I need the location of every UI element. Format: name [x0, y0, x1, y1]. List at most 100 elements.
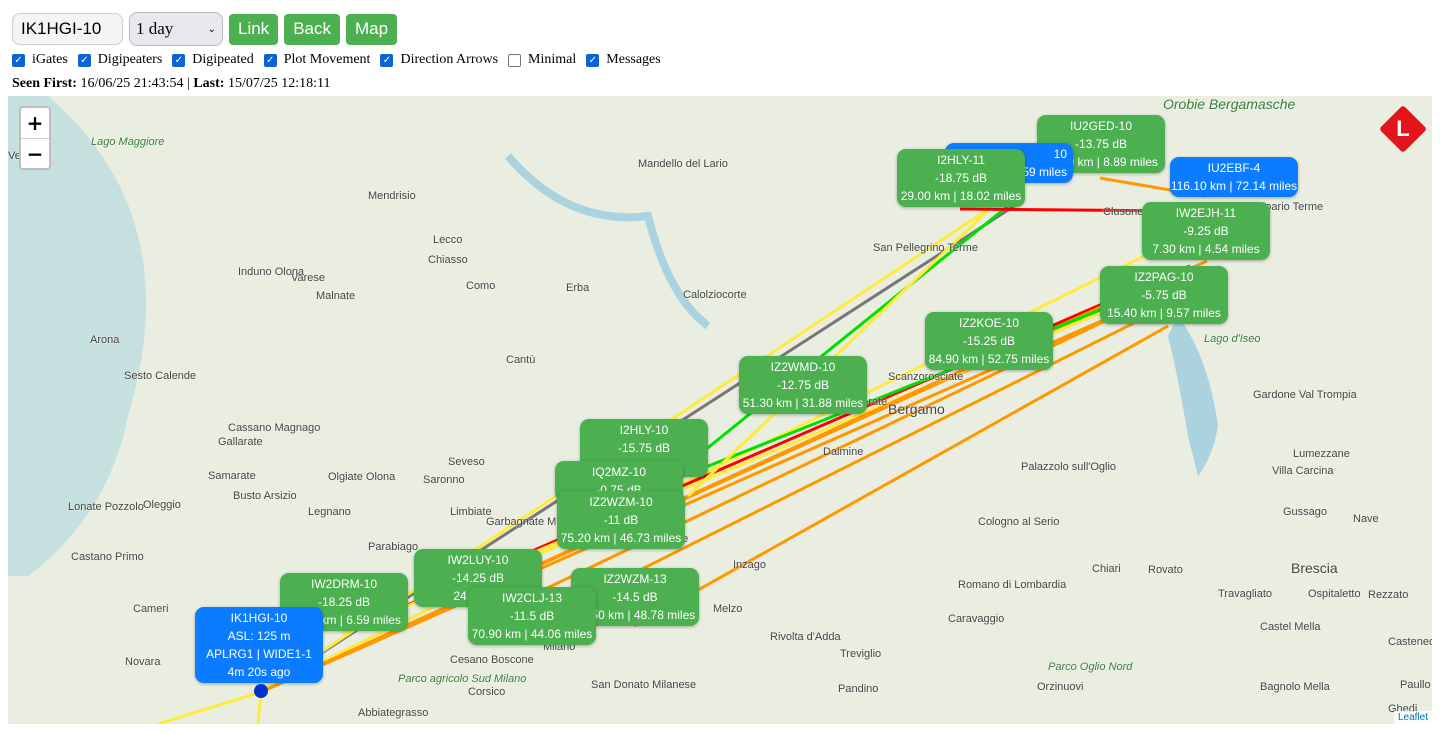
lake-como: [504, 153, 711, 330]
option-digipeated[interactable]: ✓ Digipeated: [172, 52, 254, 68]
period-select[interactable]: 1 day ⌄: [129, 12, 223, 46]
place-label: Chiari: [1092, 563, 1121, 575]
option-label: Direction Arrows: [400, 52, 499, 67]
option-digipeaters[interactable]: ✓ Digipeaters: [77, 52, 163, 68]
place-label: Rezzato: [1368, 589, 1409, 601]
place-label: Busto Arsizio: [233, 490, 297, 502]
station-signal: -15.75 dB: [617, 441, 671, 455]
place-label: Abbiategrasso: [358, 707, 429, 719]
place-label: Castenedolo: [1388, 636, 1432, 648]
options-bar: ✓ iGates ✓ Digipeaters ✓ Digipeated ✓ Plot Move…: [12, 52, 671, 68]
option-messages[interactable]: ✓ Messages: [586, 52, 661, 68]
station-tooltip[interactable]: IZ2PAG-10 -5.75 dB 15.40 km | 9.57 miles: [1100, 266, 1228, 324]
place-label: Caravaggio: [948, 613, 1005, 625]
place-label: Lumezzane: [1293, 448, 1350, 460]
option-igates[interactable]: ✓ iGates: [12, 52, 68, 68]
link-button[interactable]: Link: [229, 13, 279, 45]
checkbox[interactable]: ✓: [586, 53, 600, 67]
station-tooltip[interactable]: IU2EBF-4 116.10 km | 72.14 miles: [1170, 157, 1298, 197]
place-label: Nave: [1353, 513, 1379, 525]
place-label: Cantù: [506, 354, 536, 366]
attribution-link[interactable]: Leaflet: [1393, 711, 1432, 724]
station-signal: -11 dB: [603, 513, 639, 527]
station-marker-icon[interactable]: [254, 684, 268, 698]
toolbar: IK1HGI-10 1 day ⌄ Link Back Map: [12, 12, 398, 46]
station-name: IK1HGI-10: [230, 611, 288, 625]
station-name: IU2EBF-4: [1207, 161, 1261, 175]
place-label: Mandello del Lario: [638, 158, 728, 170]
place-label: Olgiate Olona: [328, 471, 396, 483]
station-name: IQ2MZ-10: [591, 465, 646, 479]
place-label: Gardone Val Trompia: [1253, 389, 1357, 401]
place-label: Samarate: [208, 470, 256, 482]
place-label: Cassano Magnago: [228, 422, 321, 434]
station-tooltip[interactable]: IZ2KOE-10 -15.25 dB 84.90 km | 52.75 miles: [925, 312, 1053, 370]
station-tooltip[interactable]: IW2EJH-11 -9.25 dB 7.30 km | 4.54 miles: [1142, 202, 1270, 260]
place-label: Castel Mella: [1260, 621, 1321, 633]
place-label: Bagnolo Mella: [1260, 681, 1330, 693]
checkbox[interactable]: ✓: [380, 53, 394, 67]
option-label: Digipeated: [192, 52, 254, 67]
place-label: Oleggio: [143, 499, 181, 511]
station-signal: -18.75 dB: [934, 171, 988, 185]
station-signal: -14.25 dB: [451, 571, 505, 585]
zoom-out-button[interactable]: −: [21, 138, 49, 168]
back-button[interactable]: Back: [284, 13, 340, 45]
station-distance: 51.30 km | 31.88 miles: [742, 396, 864, 410]
checkbox[interactable]: ✓: [172, 53, 186, 67]
place-label: Travagliato: [1218, 588, 1273, 600]
map[interactable]: VerbaniaLago MaggioreVareseComoLeccoMend…: [8, 96, 1432, 724]
place-label: Cameri: [133, 603, 169, 615]
option-plot-movement[interactable]: ✓ Plot Movement: [263, 52, 371, 68]
option-minimal[interactable]: Minimal: [508, 52, 576, 68]
station-signal: ASL: 125 m: [227, 629, 291, 643]
place-label: Seveso: [448, 456, 485, 468]
period-value: 1 day: [136, 19, 174, 38]
place-label: Induno Olona: [238, 266, 305, 278]
place-label: Lago Maggiore: [91, 136, 165, 148]
zoom-control: + −: [19, 106, 51, 170]
station-name: IZ2WMD-10: [770, 360, 836, 374]
place-label: Castano Primo: [71, 551, 144, 563]
station-signal: -15.25 dB: [962, 334, 1016, 348]
place-label: Treviglio: [840, 648, 882, 660]
checkbox[interactable]: ✓: [263, 53, 277, 67]
station-tooltip[interactable]: IZ2WZM-10 -11 dB 75.20 km | 46.73 miles: [557, 491, 685, 549]
station-tooltip[interactable]: IZ2WMD-10 -12.75 dB 51.30 km | 31.88 miles: [739, 356, 867, 414]
zoom-in-button[interactable]: +: [21, 108, 49, 138]
station-name: IW2CLJ-13: [501, 591, 563, 605]
place-label: Malnate: [316, 290, 356, 302]
path-line: [157, 690, 262, 724]
place-label: Gallarate: [218, 436, 263, 448]
place-label: Cologno al Serio: [978, 516, 1060, 528]
place-label: Chiasso: [428, 254, 468, 266]
seen-last-label: Last:: [193, 76, 225, 91]
station-distance: APLRG1 | WIDE1-1: [206, 647, 312, 661]
map-button[interactable]: Map: [345, 13, 398, 45]
station-name: IW2LUY-10: [447, 553, 509, 567]
station-tooltip[interactable]: I2HLY-11 -18.75 dB 29.00 km | 18.02 miles: [897, 149, 1025, 207]
seen-first-value: 16/06/25 21:43:54: [80, 76, 184, 91]
option-label: Plot Movement: [283, 52, 371, 67]
place-label: Inzago: [733, 559, 767, 571]
station-tooltip[interactable]: IK1HGI-10 ASL: 125 m APLRG1 | WIDE1-1 4m 20…: [195, 607, 323, 683]
station-signal: -9.25 dB: [1183, 224, 1229, 238]
place-label: Parco Oglio Nord: [1048, 661, 1133, 673]
checkbox[interactable]: [508, 53, 522, 67]
place-label: Pandino: [838, 683, 879, 695]
station-signal: -11.5 dB: [509, 609, 555, 623]
callsign-input[interactable]: IK1HGI-10: [12, 13, 123, 45]
station-name: IZ2WZM-13: [603, 572, 667, 586]
place-label: Orzinuovi: [1037, 681, 1084, 693]
place-label: Lago d'Iseo: [1204, 333, 1261, 345]
place-label: Scanzorosciate: [888, 371, 964, 383]
station-tooltip[interactable]: IW2CLJ-13 -11.5 dB 70.90 km | 44.06 miles: [468, 587, 596, 645]
station-name: IZ2PAG-10: [1134, 270, 1194, 284]
option-direction-arrows[interactable]: ✓ Direction Arrows: [380, 52, 498, 68]
place-label: Rivolta d'Adda: [770, 631, 841, 643]
place-label: Arona: [90, 334, 120, 346]
checkbox[interactable]: ✓: [77, 53, 91, 67]
option-label: Digipeaters: [97, 52, 163, 67]
checkbox[interactable]: ✓: [12, 53, 25, 67]
place-label: Como: [466, 280, 496, 292]
